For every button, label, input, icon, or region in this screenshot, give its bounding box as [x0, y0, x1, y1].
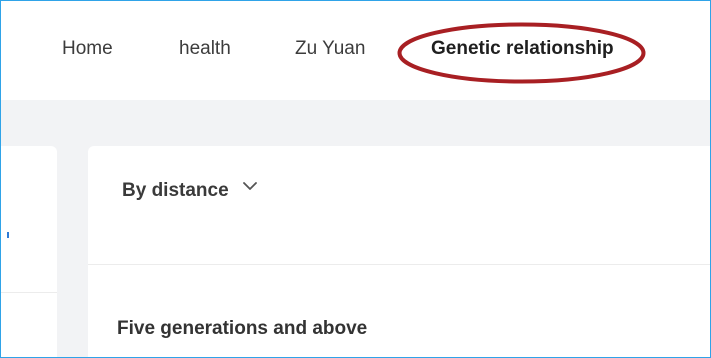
section-title: Five generations and above — [117, 318, 368, 339]
sort-dropdown[interactable]: By distance — [122, 176, 282, 236]
card-divider — [88, 264, 710, 265]
nav-item-genetic-relationship[interactable]: Genetic relationship — [431, 38, 614, 60]
sidebar-indicator — [7, 232, 9, 238]
top-navigation-bar: Home health Zu Yuan Genetic relationship — [1, 1, 710, 100]
nav-item-health[interactable]: health — [179, 38, 231, 60]
left-sidebar-card — [1, 146, 57, 357]
nav-item-home[interactable]: Home — [62, 38, 113, 60]
main-content-card: By distance Five generations and above — [88, 146, 710, 357]
nav-item-zu-yuan[interactable]: Zu Yuan — [295, 38, 365, 60]
sort-dropdown-label: By distance — [122, 180, 229, 201]
chevron-down-icon — [243, 182, 257, 190]
sidebar-divider — [1, 292, 57, 293]
